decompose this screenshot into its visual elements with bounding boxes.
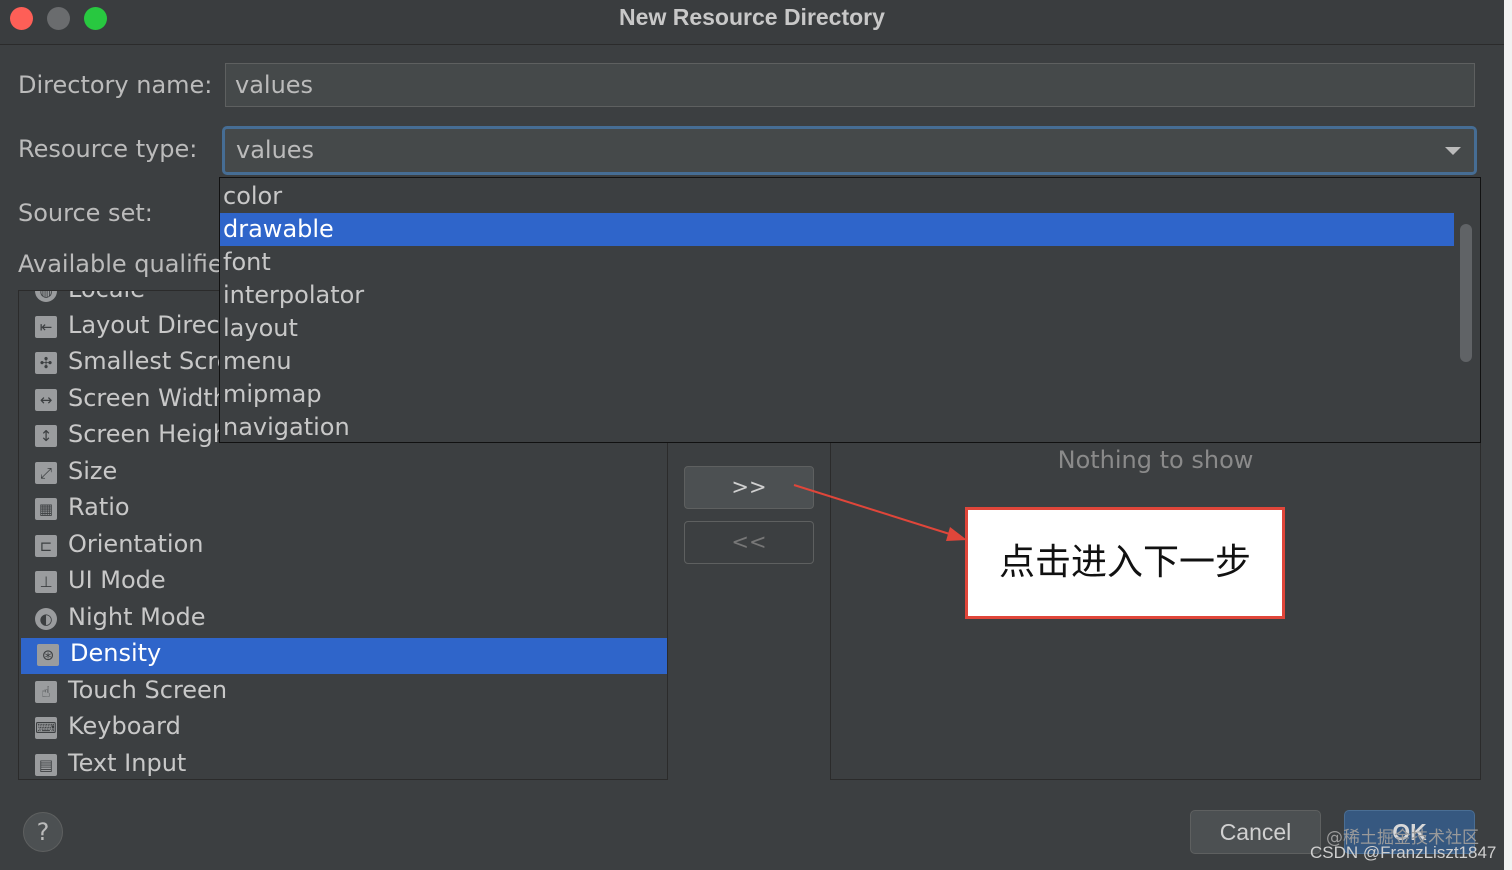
- screen-height-icon: ↕: [35, 425, 57, 447]
- directory-name-label: Directory name:: [18, 71, 213, 99]
- chevron-down-icon[interactable]: [1445, 147, 1461, 155]
- cancel-button[interactable]: Cancel: [1190, 810, 1321, 854]
- empty-list-message: Nothing to show: [1057, 446, 1254, 474]
- size-icon: ⤢: [35, 462, 57, 484]
- resource-type-value: values: [236, 136, 315, 164]
- screen-width-icon: ↔: [35, 389, 57, 411]
- resource-type-label: Resource type:: [18, 135, 198, 163]
- ratio-icon: ▦: [35, 498, 57, 520]
- window-edge: [1504, 0, 1512, 870]
- dropdown-option[interactable]: mipmap: [220, 378, 1454, 411]
- resource-type-dropdown[interactable]: color drawable font interpolator layout …: [219, 177, 1481, 443]
- touch-screen-icon: ☝: [35, 681, 57, 703]
- dropdown-option[interactable]: font: [220, 246, 1454, 279]
- dropdown-option[interactable]: menu: [220, 345, 1454, 378]
- list-item[interactable]: ⊛ Density: [21, 638, 667, 674]
- annotation-arrow: [793, 484, 967, 541]
- night-mode-icon: ◐: [35, 608, 57, 630]
- density-icon: ⊛: [37, 644, 59, 666]
- help-button[interactable]: ?: [23, 812, 63, 852]
- dropdown-option[interactable]: color: [220, 180, 1454, 213]
- resource-type-combobox[interactable]: values: [222, 126, 1477, 175]
- layout-direction-icon: ⇤: [35, 316, 57, 338]
- list-item[interactable]: ⊥ UI Mode: [19, 565, 667, 601]
- dropdown-scrollbar[interactable]: [1460, 224, 1472, 362]
- text-input-icon: ▤: [35, 754, 57, 776]
- watermark-line-2: CSDN @FranzLiszt1847: [1310, 843, 1497, 862]
- annotation-callout: 点击进入下一步: [965, 507, 1285, 619]
- list-item[interactable]: ☝ Touch Screen: [19, 675, 667, 711]
- orientation-icon: ⊏: [35, 535, 57, 557]
- window-title: New Resource Directory: [619, 4, 885, 30]
- dropdown-option[interactable]: drawable: [220, 213, 1454, 246]
- dropdown-option[interactable]: navigation: [220, 411, 1454, 442]
- list-item[interactable]: ▤ Text Input: [19, 748, 667, 779]
- source-set-label: Source set:: [18, 199, 153, 227]
- ui-mode-icon: ⊥: [35, 571, 57, 593]
- dropdown-option[interactable]: interpolator: [220, 279, 1454, 312]
- available-qualifiers-label: Available qualifie: [18, 250, 223, 278]
- globe-icon: ◍: [35, 291, 57, 302]
- list-item[interactable]: ◐ Night Mode: [19, 602, 667, 638]
- list-item[interactable]: ⌨ Keyboard: [19, 711, 667, 747]
- list-item[interactable]: ⤢ Size: [19, 456, 667, 492]
- directory-name-input[interactable]: values: [225, 63, 1475, 107]
- list-item[interactable]: ▦ Ratio: [19, 492, 667, 528]
- dropdown-option[interactable]: layout: [220, 312, 1454, 345]
- smallest-screen-icon: ✣: [35, 352, 57, 374]
- list-item[interactable]: ⊏ Orientation: [19, 529, 667, 565]
- keyboard-icon: ⌨: [35, 717, 57, 739]
- title-bar: New Resource Directory: [0, 0, 1504, 45]
